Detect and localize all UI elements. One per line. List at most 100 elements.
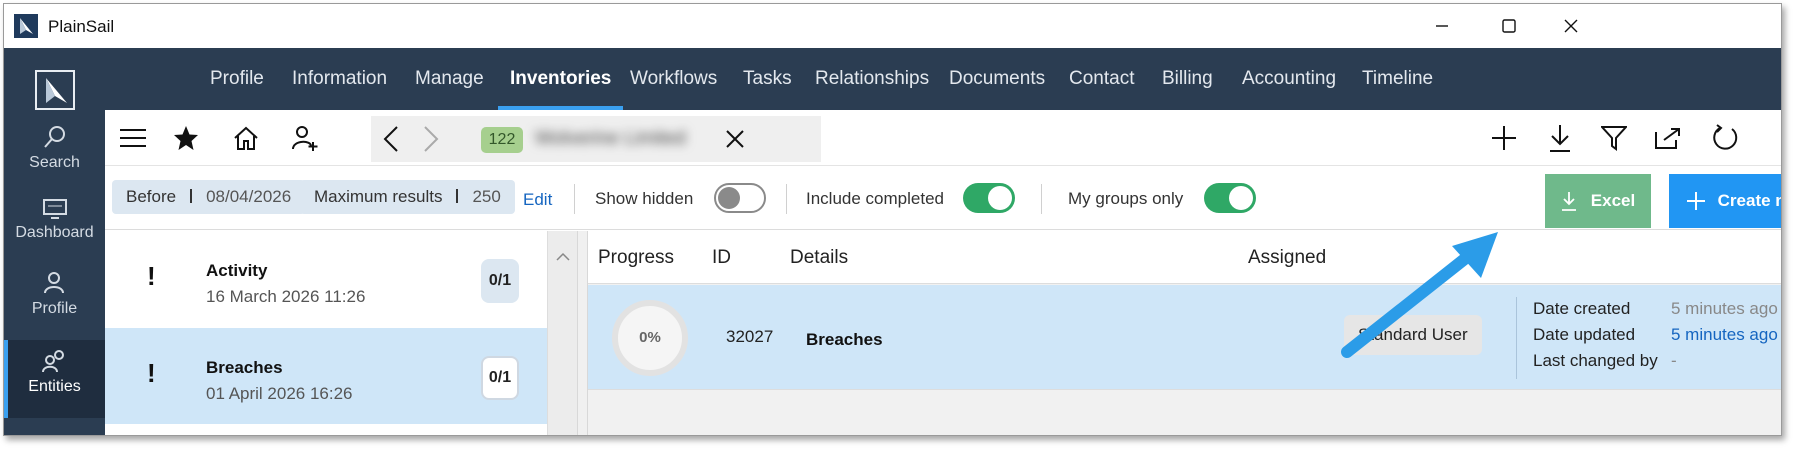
active-indicator — [4, 340, 8, 418]
chevron-right-icon — [424, 126, 439, 152]
tab-workflows[interactable]: Workflows — [630, 48, 717, 110]
plainsail-logo-icon[interactable] — [35, 70, 75, 110]
rail-item-profile[interactable]: Profile — [4, 270, 105, 348]
last-changed-value: - — [1671, 351, 1677, 370]
minimize-button[interactable] — [1419, 4, 1465, 48]
back-button[interactable] — [373, 121, 409, 157]
divider — [1041, 184, 1042, 214]
refresh-icon — [1713, 124, 1738, 150]
rail-item-dashboard[interactable]: Dashboard — [4, 198, 105, 276]
export-button[interactable] — [1650, 120, 1686, 156]
add-user-button[interactable] — [287, 120, 323, 156]
entities-icon — [41, 350, 64, 373]
tab-information[interactable]: Information — [292, 48, 387, 110]
my-groups-only-toggle[interactable] — [1204, 183, 1256, 213]
show-hidden-toggle[interactable] — [714, 183, 766, 213]
menu-button[interactable] — [115, 120, 151, 156]
tab-contact[interactable]: Contact — [1069, 48, 1134, 110]
rail-item-search[interactable]: Search — [4, 124, 105, 202]
download-icon — [1561, 192, 1576, 211]
tab-inventories[interactable]: Inventories — [497, 48, 624, 110]
table-row[interactable]: 0% 32027 Breaches Standard User Date cre… — [588, 285, 1781, 390]
date-updated-label: Date updated — [1533, 325, 1636, 344]
tab-billing[interactable]: Billing — [1162, 48, 1213, 110]
progress-ring: 0% — [612, 300, 688, 376]
close-tab-button[interactable] — [717, 121, 753, 157]
column-header-details[interactable]: Details — [790, 247, 848, 269]
tab-timeline[interactable]: Timeline — [1362, 48, 1433, 110]
excel-button-label: Excel — [1590, 191, 1636, 210]
cell-details: Breaches — [806, 330, 883, 349]
entity-name[interactable]: Wolverine Limited — [535, 128, 686, 150]
before-date-filter[interactable]: Before 08/04/2026 — [112, 180, 306, 214]
pane-splitter[interactable] — [577, 231, 588, 435]
dashboard-icon — [42, 199, 67, 219]
tab-profile[interactable]: Profile — [210, 48, 264, 110]
minimize-icon — [1436, 25, 1448, 27]
list-item[interactable]: ! Activity 16 March 2026 11:26 0/1 — [105, 231, 547, 327]
excel-export-button[interactable]: Excel — [1545, 174, 1651, 228]
forward-button[interactable] — [413, 121, 449, 157]
tab-tasks[interactable]: Tasks — [743, 48, 792, 110]
download-button[interactable] — [1542, 120, 1578, 156]
rail-label-profile: Profile — [31, 300, 78, 317]
toolbar: 122 Wolverine Limited — [105, 110, 1781, 166]
add-user-icon — [292, 126, 318, 151]
date-created-label: Date created — [1533, 299, 1631, 318]
maximize-icon — [1502, 19, 1516, 33]
share-icon — [1655, 128, 1680, 149]
app-logo-icon — [14, 14, 38, 38]
column-header-id[interactable]: ID — [712, 247, 731, 269]
list-item[interactable]: ! Breaches 01 April 2026 16:26 0/1 — [105, 328, 547, 424]
before-label: Before — [126, 187, 177, 206]
list-item-title: Activity — [206, 261, 268, 280]
entity-count-badge: 122 — [481, 127, 523, 153]
list-item-progress: 0/1 — [481, 259, 519, 303]
tab-manage[interactable]: Manage — [415, 48, 484, 110]
show-hidden-label: Show hidden — [595, 189, 694, 208]
create-new-button[interactable]: Create new — [1669, 174, 1781, 228]
home-icon — [234, 126, 258, 150]
list-item-date: 01 April 2026 16:26 — [206, 384, 353, 403]
plus-icon — [1686, 192, 1705, 210]
date-updated-value[interactable]: 5 minutes ago — [1671, 325, 1778, 345]
star-icon — [174, 126, 198, 150]
entity-tab-strip: 122 Wolverine Limited — [371, 116, 821, 162]
tab-documents[interactable]: Documents — [949, 48, 1045, 110]
date-created-value: 5 minutes ago — [1671, 299, 1778, 318]
column-header-assigned[interactable]: Assigned — [1248, 247, 1326, 269]
maximize-button[interactable] — [1486, 4, 1532, 48]
list-scrollbar[interactable] — [547, 231, 577, 435]
inventory-table: Progress ID Details Assigned 0% 32027 Br… — [588, 231, 1781, 435]
include-completed-toggle[interactable] — [963, 183, 1015, 213]
rail-label-entities: Entities — [28, 378, 81, 395]
inventory-list: ! Activity 16 March 2026 11:26 0/1 ! Bre… — [105, 231, 577, 435]
tab-relationships[interactable]: Relationships — [815, 48, 929, 110]
close-window-button[interactable] — [1548, 4, 1594, 48]
max-results-filter[interactable]: Maximum results 250 — [300, 180, 515, 214]
home-button[interactable] — [228, 120, 264, 156]
profile-icon — [43, 272, 64, 294]
my-groups-only-label: My groups only — [1068, 189, 1184, 208]
include-completed-label: Include completed — [806, 189, 944, 208]
chevron-left-icon — [383, 126, 398, 152]
tab-accounting[interactable]: Accounting — [1242, 48, 1336, 110]
list-item-title: Breaches — [206, 358, 283, 377]
favourite-button[interactable] — [168, 120, 204, 156]
column-header-progress[interactable]: Progress — [598, 247, 674, 269]
create-new-label: Create new — [1717, 191, 1781, 210]
add-button[interactable] — [1486, 120, 1522, 156]
top-navigation: Profile Information Manage Inventories W… — [105, 48, 1781, 110]
rail-item-entities[interactable]: Entities — [4, 340, 105, 418]
edit-filters-link[interactable]: Edit — [523, 190, 552, 210]
last-changed-label: Last changed by — [1533, 351, 1658, 370]
download-icon — [1550, 125, 1570, 152]
assignee-chip[interactable]: Standard User — [1344, 315, 1482, 355]
filter-button[interactable] — [1596, 120, 1632, 156]
cell-id: 32027 — [726, 327, 774, 346]
refresh-button[interactable] — [1707, 120, 1743, 156]
search-icon — [43, 126, 65, 148]
filter-icon — [1601, 126, 1627, 151]
side-rail: Search Dashboard Profile Entities — [4, 48, 105, 435]
max-results-value: 250 — [472, 187, 501, 206]
